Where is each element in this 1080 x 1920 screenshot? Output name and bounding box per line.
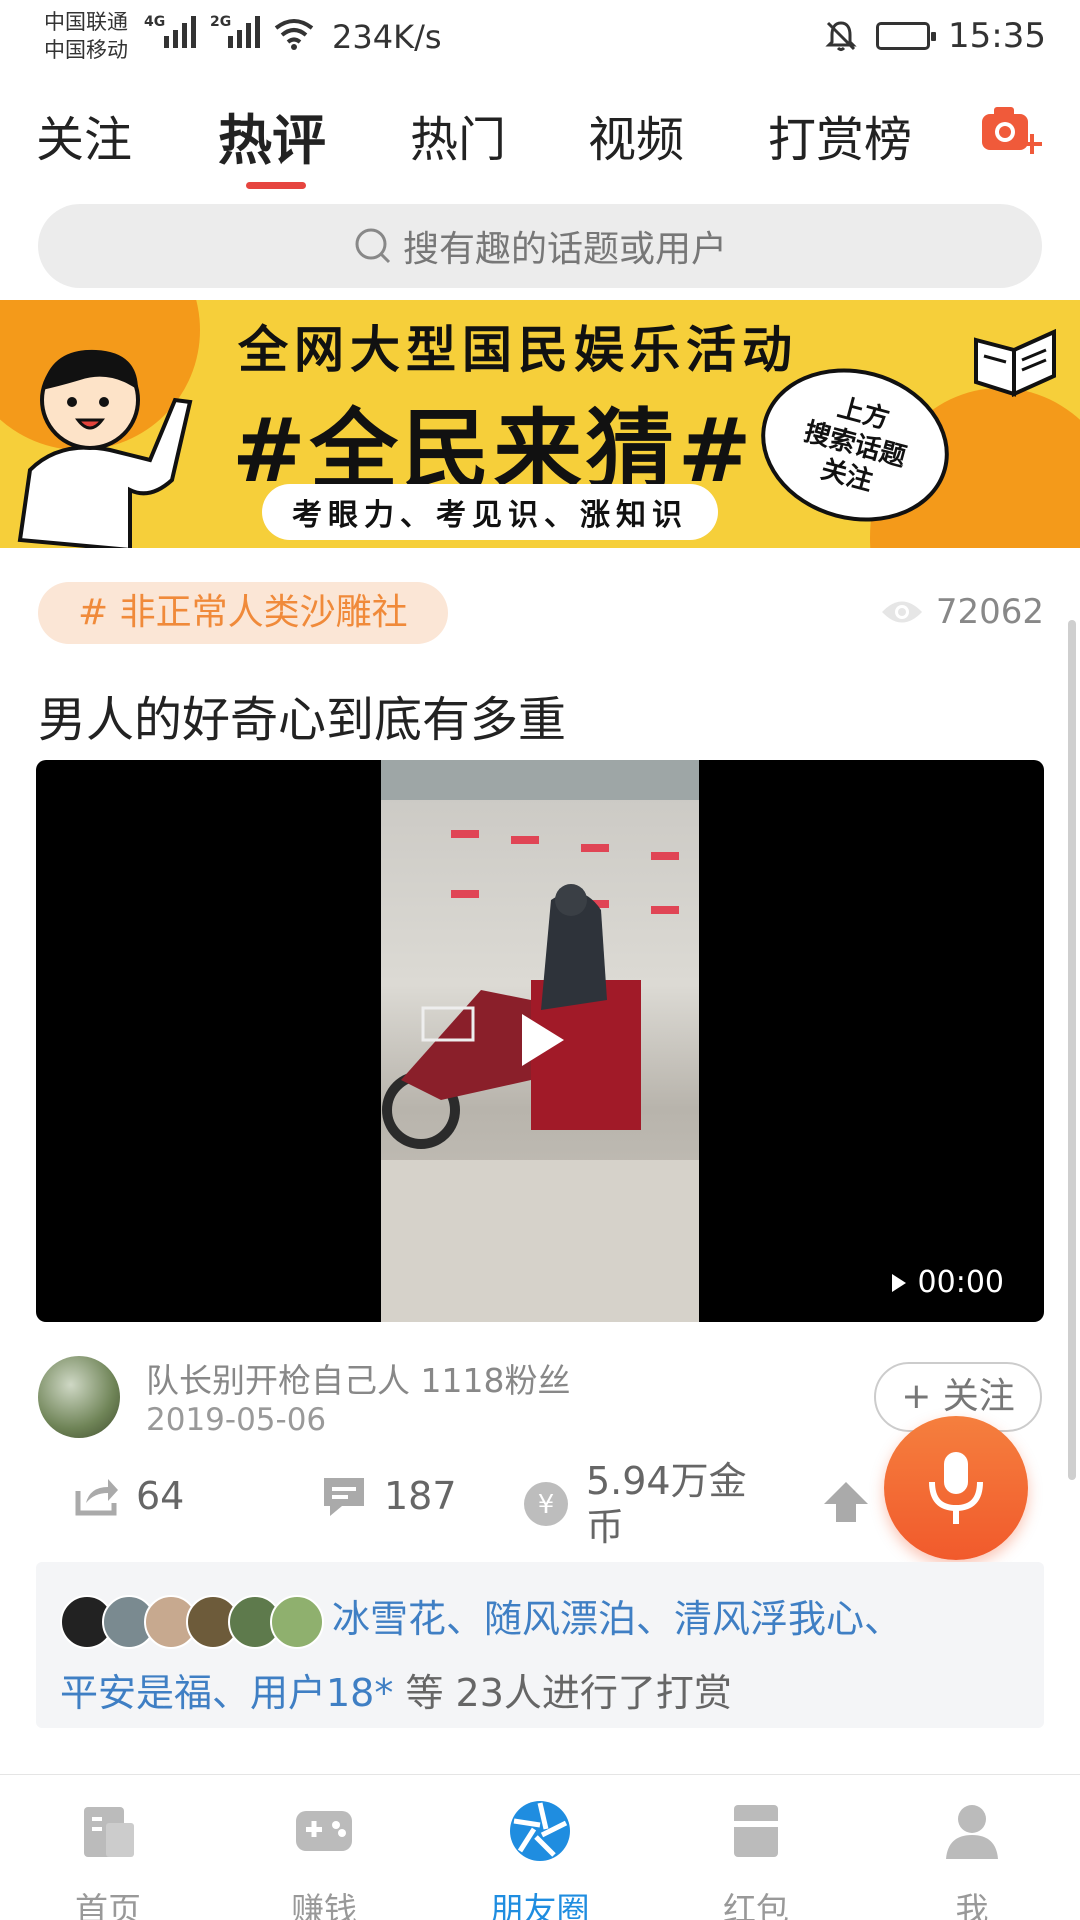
author-avatar[interactable]: [38, 1356, 120, 1438]
signal-icon: [164, 16, 196, 48]
rewarder-names-2[interactable]: 平安是福、用户18*: [60, 1671, 393, 1715]
topic-tag[interactable]: # 非正常人类沙雕社: [38, 582, 448, 644]
nav-moments-label: 朋友圈: [490, 1890, 590, 1920]
tab-follow[interactable]: 关注: [36, 100, 132, 170]
scrollbar[interactable]: [1068, 620, 1076, 1480]
play-small-icon: [891, 1273, 906, 1292]
rewarder-names-1[interactable]: 冰雪花、随风漂泊、清风浮我心、: [332, 1597, 902, 1641]
post-date: 2019-05-06: [146, 1402, 327, 1438]
view-count-value: 72062: [935, 592, 1044, 632]
comment-icon: [324, 1478, 364, 1516]
nav-earn-label: 赚钱: [291, 1890, 357, 1920]
active-tab-indicator: [246, 182, 306, 189]
comment-button[interactable]: 187: [320, 1474, 457, 1518]
svg-text:¥: ¥: [538, 1490, 555, 1520]
video-player[interactable]: 00:00: [36, 760, 1044, 1322]
carrier-info: 中国联通 中国移动: [44, 8, 128, 64]
nav-moments[interactable]: 朋友圈: [470, 1799, 610, 1920]
rewarder-summary: 等 23人进行了打赏: [393, 1671, 732, 1715]
rewarder-avatars: [60, 1594, 324, 1649]
eye-icon: [881, 601, 922, 623]
nav-me[interactable]: 我: [902, 1799, 1042, 1920]
rewarders-panel: 冰雪花、随风漂泊、清风浮我心、 平安是福、用户18* 等 23人进行了打赏: [36, 1562, 1044, 1728]
user-icon: [946, 1805, 998, 1859]
nav-red-packet-label: 红包: [723, 1890, 789, 1920]
search-input[interactable]: 搜有趣的话题或用户: [38, 204, 1042, 288]
tab-video[interactable]: 视频: [588, 100, 684, 170]
post-title[interactable]: 男人的好奇心到底有多重: [38, 680, 566, 750]
status-right: 15:35: [824, 16, 1046, 56]
share-count: 64: [136, 1474, 185, 1518]
comment-count: 187: [384, 1474, 457, 1518]
share-icon: [75, 1479, 118, 1516]
network-speed: 234K/s: [332, 18, 442, 56]
video-time-value: 00:00: [917, 1265, 1004, 1300]
mute-bell-icon: [825, 21, 857, 51]
reward-button[interactable]: ¥ 5.94万金币: [522, 1458, 766, 1550]
top-tabs: 关注 热评 热门 视频 打赏榜: [0, 92, 1080, 202]
nav-home[interactable]: 首页: [38, 1799, 178, 1920]
search-placeholder: 搜有趣的话题或用户: [402, 229, 727, 270]
tab-hot-comments[interactable]: 热评: [218, 96, 326, 175]
carrier-2: 中国移动: [44, 38, 128, 62]
network-type-1: 4G: [144, 14, 166, 30]
promo-banner[interactable]: 全网大型国民娱乐活动 #全民来猜# 考眼力、考见识、涨知识 上方 搜索话题 关注: [0, 300, 1080, 548]
share-button[interactable]: 64: [74, 1474, 184, 1518]
tab-reward-ranking[interactable]: 打赏榜: [768, 100, 926, 170]
video-duration: 00:00: [890, 1265, 1004, 1300]
play-icon[interactable]: [518, 1010, 568, 1070]
tab-popular[interactable]: 热门: [410, 100, 506, 170]
upvote-arrow-icon[interactable]: [822, 1480, 870, 1524]
bottom-navigation: 首页 赚钱 朋友圈 红包 我: [0, 1774, 1080, 1920]
book-icon: [974, 328, 1056, 398]
red-packet-icon: [734, 1805, 778, 1857]
nav-home-label: 首页: [75, 1890, 141, 1920]
gamepad-icon: [296, 1811, 352, 1851]
aperture-icon: [510, 1801, 570, 1861]
nav-me-label: 我: [955, 1890, 989, 1920]
clock: 15:35: [948, 16, 1046, 56]
nav-earn[interactable]: 赚钱: [254, 1799, 394, 1920]
home-icon: [84, 1807, 134, 1857]
cartoon-kid-illustration: [17, 349, 193, 548]
author-name-and-fans[interactable]: 队长别开枪自己人 1118粉丝: [146, 1354, 570, 1402]
microphone-icon: [929, 1452, 983, 1524]
search-icon: [355, 228, 391, 264]
signal-icon-2: [228, 16, 260, 48]
nav-red-packet[interactable]: 红包: [686, 1799, 826, 1920]
rewarder-avatar[interactable]: [270, 1594, 324, 1649]
carrier-1: 中国联通: [44, 10, 128, 34]
banner-subtitle: 考眼力、考见识、涨知识: [262, 484, 718, 540]
banner-title: 全网大型国民娱乐活动: [238, 321, 798, 379]
view-count: 72062: [880, 592, 1044, 632]
battery-icon: [876, 22, 937, 50]
voice-record-button[interactable]: [884, 1416, 1028, 1560]
camera-add-icon[interactable]: [978, 98, 1044, 164]
coin-icon: ¥: [524, 1482, 568, 1526]
reward-amount: 5.94万金币: [586, 1459, 747, 1549]
status-bar: 中国联通 中国移动 4G 2G 234K/s 15:35: [0, 0, 1080, 78]
wifi-icon: [274, 19, 314, 50]
